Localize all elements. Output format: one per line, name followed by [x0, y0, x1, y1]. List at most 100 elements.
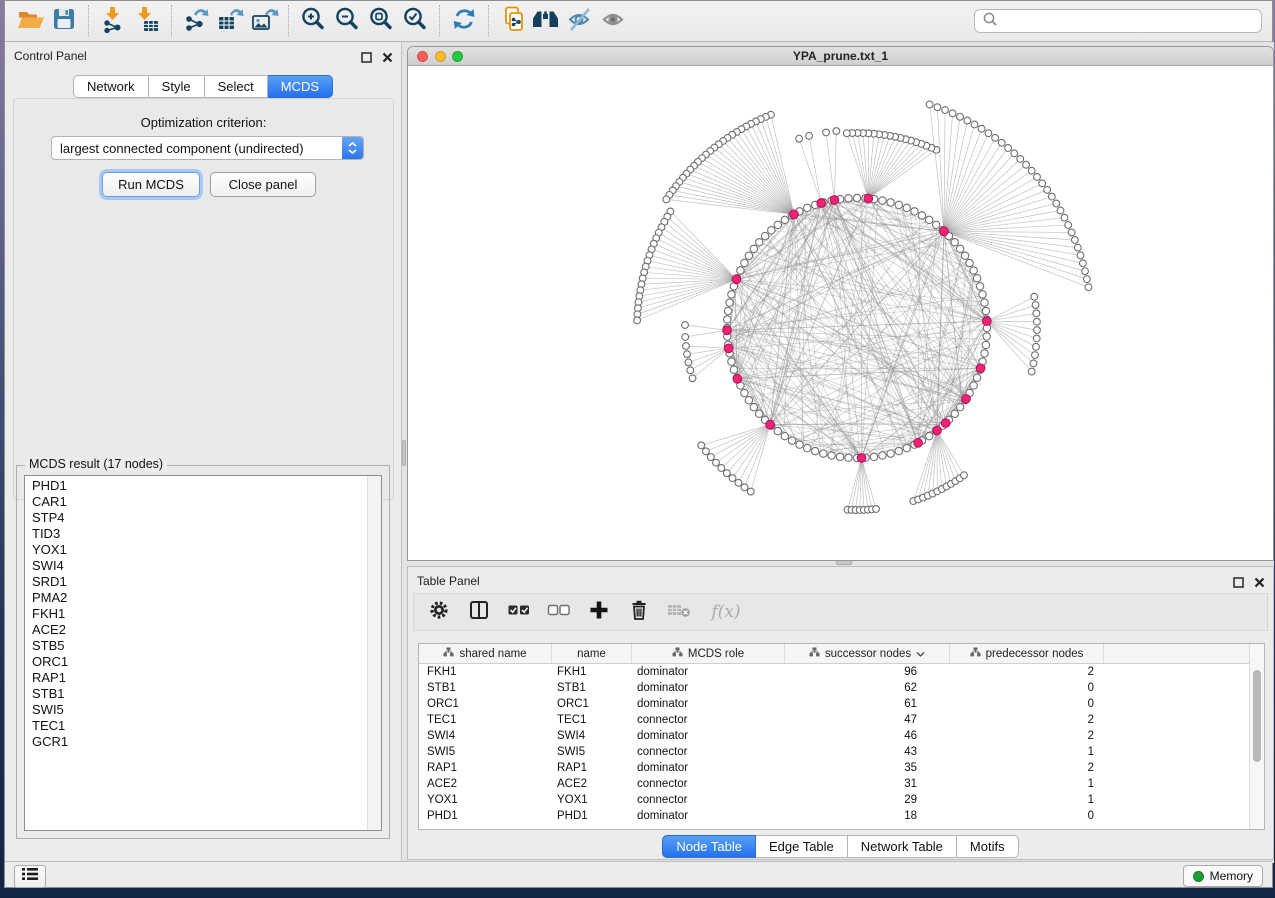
graph-node[interactable] [750, 245, 757, 252]
graph-node[interactable] [1044, 186, 1051, 193]
graph-node[interactable] [713, 459, 720, 466]
tab-network-table[interactable]: Network Table [848, 835, 957, 858]
graph-hub-node[interactable] [864, 194, 873, 203]
graph-node[interactable] [682, 322, 689, 329]
graph-hub-node[interactable] [940, 227, 949, 236]
table-row[interactable]: YOX1YOX1connector291 [419, 792, 1264, 808]
graph-node[interactable] [788, 437, 795, 444]
graph-node[interactable] [1005, 145, 1012, 152]
table-row[interactable]: PHD1PHD1dominator180 [419, 808, 1264, 824]
graph-node[interactable] [978, 125, 985, 132]
graph-node[interactable] [903, 204, 910, 211]
graph-node[interactable] [1033, 335, 1040, 342]
import-table-button[interactable] [130, 5, 164, 37]
graph-node[interactable] [774, 221, 781, 228]
graph-node[interactable] [970, 267, 977, 274]
table-row[interactable]: FKH1FKH1dominator962 [419, 664, 1264, 680]
graph-node[interactable] [873, 506, 880, 513]
task-history-button[interactable] [14, 865, 46, 888]
mcds-result-item[interactable]: TID3 [25, 526, 367, 542]
graph-hub-node[interactable] [976, 364, 985, 373]
graph-node[interactable] [735, 479, 742, 486]
graph-node[interactable] [843, 130, 850, 137]
graph-hub-node[interactable] [723, 326, 732, 335]
graph-node[interactable] [1083, 276, 1090, 283]
zoom-selected-button[interactable] [398, 5, 432, 37]
mcds-result-item[interactable]: PHD1 [25, 478, 367, 494]
graph-node[interactable] [951, 410, 958, 417]
graph-node[interactable] [1039, 180, 1046, 187]
table-row[interactable]: ACE2ACE2connector311 [419, 776, 1264, 792]
graph-node[interactable] [804, 204, 811, 211]
tab-edge-table[interactable]: Edge Table [756, 835, 848, 858]
graph-node[interactable] [934, 104, 941, 111]
graph-node[interactable] [911, 208, 918, 215]
graph-hub-node[interactable] [983, 317, 992, 326]
network-search-box[interactable] [974, 9, 1262, 33]
column-header-shared-name[interactable]: shared name [419, 644, 552, 663]
graph-node[interactable] [970, 382, 977, 389]
graph-node[interactable] [634, 317, 641, 324]
graph-node[interactable] [1032, 352, 1039, 359]
mcds-result-item[interactable]: STB5 [25, 638, 367, 654]
delete-table-button[interactable] [666, 599, 692, 625]
graph-node[interactable] [1071, 237, 1078, 244]
column-header-name[interactable]: name [552, 644, 632, 663]
graph-node[interactable] [820, 450, 827, 457]
split-table-view-button[interactable] [466, 599, 492, 625]
search-network-button[interactable] [530, 5, 564, 37]
graph-node[interactable] [853, 194, 860, 201]
mcds-result-item[interactable]: YOX1 [25, 542, 367, 558]
mcds-result-item[interactable]: RAP1 [25, 670, 367, 686]
tab-style[interactable]: Style [149, 75, 205, 98]
export-network-button[interactable] [179, 5, 213, 37]
graph-node[interactable] [973, 374, 980, 381]
mcds-result-list[interactable]: PHD1CAR1STP4TID3YOX1SWI4SRD1PMA2FKH1ACE2… [24, 475, 382, 831]
tab-mcds[interactable]: MCDS [268, 75, 333, 98]
graph-node[interactable] [895, 447, 902, 454]
graph-node[interactable] [781, 216, 788, 223]
hide-panels-button[interactable] [564, 5, 598, 37]
graph-hub-node[interactable] [724, 344, 733, 353]
graph-node[interactable] [781, 432, 788, 439]
graph-node[interactable] [723, 470, 730, 477]
graph-node[interactable] [1031, 293, 1038, 300]
graph-node[interactable] [1028, 167, 1035, 174]
close-panel-icon[interactable] [382, 50, 393, 68]
graph-node[interactable] [956, 245, 963, 252]
graph-node[interactable] [1034, 327, 1041, 334]
graph-node[interactable] [1023, 161, 1030, 168]
graph-node[interactable] [689, 375, 696, 382]
graph-node[interactable] [756, 239, 763, 246]
graph-node[interactable] [768, 227, 775, 234]
graph-node[interactable] [747, 488, 754, 495]
table-row[interactable]: TEC1TEC1connector472 [419, 712, 1264, 728]
mcds-result-item[interactable]: SRD1 [25, 574, 367, 590]
graph-node[interactable] [982, 307, 989, 314]
node-table[interactable]: shared namenameMCDS rolesuccessor nodesp… [418, 643, 1265, 830]
graph-node[interactable] [1017, 156, 1024, 163]
graph-hub-node[interactable] [766, 420, 775, 429]
graph-node[interactable] [745, 397, 752, 404]
graph-node[interactable] [845, 454, 852, 461]
graph-node[interactable] [1074, 244, 1081, 251]
float-panel-icon[interactable] [361, 50, 372, 68]
graph-hub-node[interactable] [933, 426, 942, 435]
graph-node[interactable] [998, 139, 1005, 146]
graph-node[interactable] [949, 110, 956, 117]
graph-hub-node[interactable] [857, 454, 866, 463]
network-window-titlebar[interactable]: YPA_prune.txt_1 [408, 47, 1273, 66]
graph-node[interactable] [683, 343, 690, 350]
graph-node[interactable] [1061, 214, 1068, 221]
table-scrollbar[interactable] [1249, 644, 1264, 829]
graph-node[interactable] [687, 367, 694, 374]
add-column-button[interactable] [586, 599, 612, 625]
run-mcds-button[interactable]: Run MCDS [102, 172, 200, 197]
tab-node-table[interactable]: Node Table [662, 835, 756, 858]
graph-node[interactable] [741, 259, 748, 266]
column-header-MCDS-role[interactable]: MCDS role [632, 644, 785, 663]
graph-node[interactable] [976, 283, 983, 290]
mcds-result-item[interactable]: STB1 [25, 686, 367, 702]
graph-hub-node[interactable] [817, 199, 826, 208]
graph-node[interactable] [728, 291, 735, 298]
